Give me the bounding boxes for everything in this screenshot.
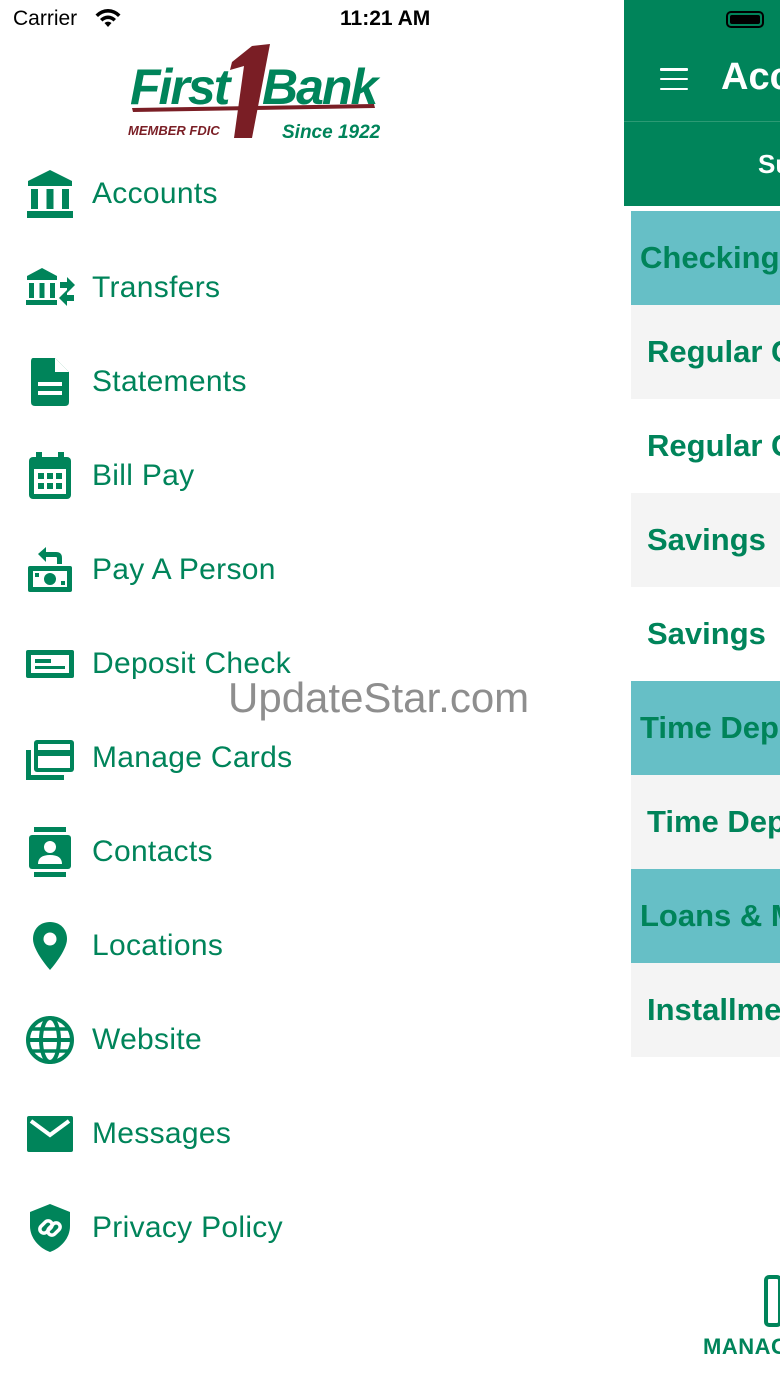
manage-tab-icon[interactable] xyxy=(764,1275,780,1327)
svg-text:Bank: Bank xyxy=(262,59,380,115)
menu-item-website[interactable]: Website xyxy=(0,993,600,1087)
menu-item-transfers[interactable]: Transfers xyxy=(0,241,600,335)
cards-icon xyxy=(24,732,76,784)
carrier-label: Carrier xyxy=(13,7,78,30)
menu-item-contacts[interactable]: Contacts xyxy=(0,805,600,899)
calendar-icon xyxy=(24,450,76,502)
first1bank-logo: First Bank MEMBER FDIC Since 1922 xyxy=(128,44,382,143)
menu-item-accounts[interactable]: Accounts xyxy=(0,147,600,241)
accounts-title: Acc xyxy=(721,56,780,98)
accounts-header: Acc Su xyxy=(624,0,780,206)
svg-text:Since 1922: Since 1922 xyxy=(282,122,381,143)
menu-label-privacy-policy: Privacy Policy xyxy=(92,1211,283,1244)
menu-item-statements[interactable]: Statements xyxy=(0,335,600,429)
account-row[interactable]: Time Dep xyxy=(631,775,780,869)
menu-label-transfers: Transfers xyxy=(92,271,221,304)
account-row[interactable]: Savings xyxy=(631,493,780,587)
globe-icon xyxy=(24,1014,76,1066)
menu-label-pay-a-person: Pay A Person xyxy=(92,553,276,586)
svg-text:MEMBER FDIC: MEMBER FDIC xyxy=(128,123,220,138)
menu-item-privacy-policy[interactable]: Privacy Policy xyxy=(0,1181,600,1275)
menu-label-locations: Locations xyxy=(92,929,224,962)
section-header-time-deposit: Time Dep xyxy=(631,681,780,775)
menu-item-bill-pay[interactable]: Bill Pay xyxy=(0,429,600,523)
section-header-checking: Checking xyxy=(631,211,780,305)
bank-icon xyxy=(24,168,76,220)
menu-item-locations[interactable]: Locations xyxy=(0,899,600,993)
menu-label-statements: Statements xyxy=(92,365,247,398)
map-pin-icon xyxy=(24,920,76,972)
hamburger-menu-icon[interactable] xyxy=(660,68,688,90)
header-divider xyxy=(624,121,780,122)
cash-transfer-icon xyxy=(24,544,76,596)
document-icon xyxy=(24,356,76,408)
account-row[interactable]: Regular C xyxy=(631,399,780,493)
account-list: Checking Regular C Regular C Savings Sav… xyxy=(631,211,780,1057)
menu-label-manage-cards: Manage Cards xyxy=(92,741,293,774)
account-row[interactable]: Savings xyxy=(631,587,780,681)
menu-item-manage-cards[interactable]: Manage Cards xyxy=(0,711,600,805)
accounts-screen-background: Acc Su Checking Regular C Regular C Savi… xyxy=(624,0,780,1387)
menu-label-bill-pay: Bill Pay xyxy=(92,459,195,492)
check-icon xyxy=(24,638,76,690)
status-time: 11:21 AM xyxy=(340,7,431,30)
menu-label-messages: Messages xyxy=(92,1117,232,1150)
bank-transfer-icon xyxy=(24,262,76,314)
contact-card-icon xyxy=(24,826,76,878)
account-row[interactable]: Regular C xyxy=(631,305,780,399)
menu-item-pay-a-person[interactable]: Pay A Person xyxy=(0,523,600,617)
envelope-icon xyxy=(24,1108,76,1160)
menu-item-messages[interactable]: Messages xyxy=(0,1087,600,1181)
wifi-icon xyxy=(95,9,121,27)
battery-icon xyxy=(726,11,764,28)
menu-label-accounts: Accounts xyxy=(92,177,218,210)
account-row[interactable]: Installme xyxy=(631,963,780,1057)
manage-tab-label[interactable]: MANAG xyxy=(703,1334,780,1360)
shield-link-icon xyxy=(24,1202,76,1254)
summary-tab[interactable]: Su xyxy=(758,149,780,180)
menu-label-website: Website xyxy=(92,1023,202,1056)
menu-label-contacts: Contacts xyxy=(92,835,213,868)
watermark-text: UpdateStar.com xyxy=(228,674,530,721)
section-header-loans: Loans & M xyxy=(631,869,780,963)
svg-text:First: First xyxy=(130,59,233,115)
